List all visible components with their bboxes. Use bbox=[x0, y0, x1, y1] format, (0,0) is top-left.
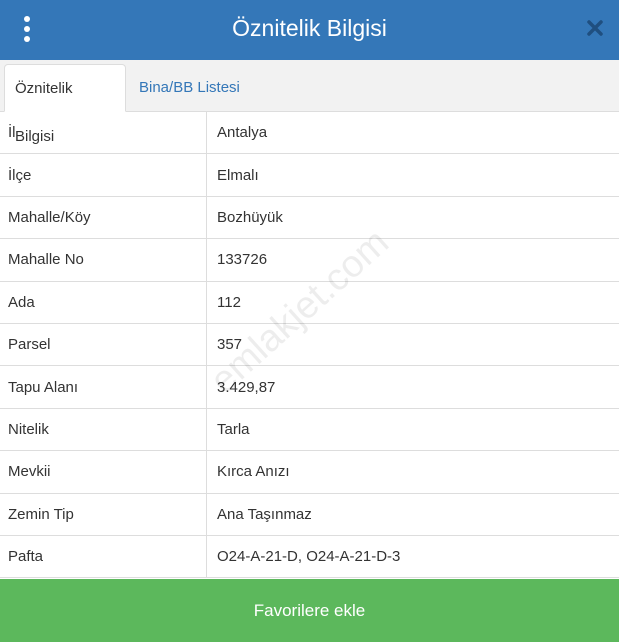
row-value: 357 bbox=[217, 336, 243, 354]
row-key: Mevkii bbox=[8, 463, 51, 481]
row-value: Ana Taşınmaz bbox=[217, 505, 312, 523]
row-value: 3.429,87 bbox=[217, 378, 276, 396]
row-value: Antalya bbox=[217, 124, 268, 142]
row-value: Tarla bbox=[217, 420, 250, 438]
row-key: Nitelik bbox=[8, 420, 49, 438]
row-key: Pafta bbox=[8, 548, 44, 566]
row-value: Elmalı bbox=[217, 166, 259, 184]
tab-building-list[interactable]: Bina/BB Listesi bbox=[129, 64, 250, 112]
table-row: İlçe Elmalı bbox=[0, 154, 619, 197]
table-row: Mevkii Kırca Anızı bbox=[0, 451, 619, 494]
row-key: Ada bbox=[8, 293, 35, 311]
table-row: Pafta O24-A-21-D, O24-A-21-D-3 bbox=[0, 535, 619, 579]
tab-attribute-info[interactable]: Öznitelik Bilgisi bbox=[4, 64, 126, 145]
attribute-table: İl Antalya İlçe Elmalı Mahalle/Köy Bozhüyük… bbox=[0, 112, 619, 579]
row-key: İlçe bbox=[8, 166, 32, 184]
row-key: Mahalle No bbox=[8, 251, 84, 269]
dialog-title: Öznitelik Bilgisi bbox=[232, 15, 387, 41]
row-key: Zemin Tip bbox=[8, 505, 74, 523]
table-row: Mahalle/Köy Bozhüyük bbox=[0, 196, 619, 240]
table-row: Nitelik Tarla bbox=[0, 408, 619, 452]
add-to-favorites-button[interactable]: Favorilere ekle bbox=[0, 579, 619, 642]
row-value: Bozhüyük bbox=[217, 208, 283, 226]
table-row: Tapu Alanı 3.429,87 bbox=[0, 366, 619, 409]
row-value: Kırca Anızı bbox=[217, 463, 290, 481]
row-key: Parsel bbox=[8, 336, 51, 354]
row-value: O24-A-21-D, O24-A-21-D-3 bbox=[217, 548, 401, 566]
row-value: 112 bbox=[217, 293, 241, 311]
table-row: Parsel 357 bbox=[0, 323, 619, 367]
row-value: 133726 bbox=[217, 251, 268, 269]
row-key: Mahalle/Köy bbox=[8, 208, 91, 226]
row-key: İl bbox=[8, 124, 16, 142]
close-icon[interactable] bbox=[583, 16, 607, 40]
row-key: Tapu Alanı bbox=[8, 378, 79, 396]
table-row: İl Antalya bbox=[0, 112, 619, 155]
table-row: Mahalle No 133726 bbox=[0, 239, 619, 282]
header-bar: Öznitelik Bilgisi bbox=[0, 0, 619, 60]
tab-bar: Öznitelik Bilgisi Bina/BB Listesi bbox=[0, 60, 619, 145]
table-row: Zemin Tip Ana Taşınmaz bbox=[0, 493, 619, 536]
table-row: Ada 112 bbox=[0, 281, 619, 324]
